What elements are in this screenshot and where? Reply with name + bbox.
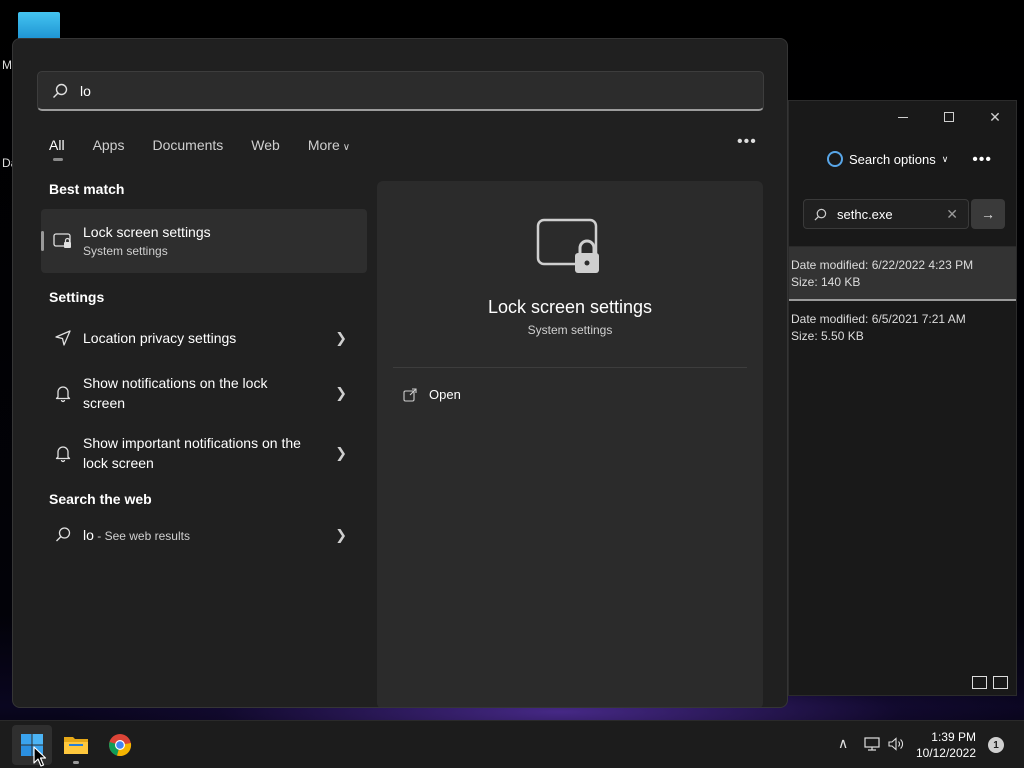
search-flyout: All Apps Documents Web More∨ ••• Best ma… (12, 38, 788, 708)
clock-time: 1:39 PM (931, 730, 976, 744)
tiles-view-button[interactable] (993, 676, 1008, 689)
search-web-heading: Search the web (49, 491, 152, 507)
bell-icon (55, 446, 71, 463)
tab-more-label: More (307, 137, 340, 153)
chrome-icon (109, 734, 132, 757)
open-button[interactable]: Open (403, 387, 461, 402)
minimize-button[interactable] (892, 109, 914, 125)
setting-show-important-notifications-lock[interactable]: Show important notifications on the lock… (41, 425, 367, 481)
maximize-button[interactable] (938, 109, 960, 125)
desktop-label: M (2, 58, 12, 72)
location-icon (55, 330, 71, 346)
tab-web[interactable]: Web (251, 137, 280, 159)
open-external-icon (403, 387, 417, 402)
search-input[interactable] (80, 82, 680, 99)
result-date: Date modified: 6/22/2022 4:23 PM (791, 258, 974, 272)
lock-screen-icon (53, 233, 71, 248)
explorer-search-go-button[interactable]: → (971, 199, 1005, 229)
chrome-taskbar-button[interactable] (100, 725, 140, 765)
tab-more[interactable]: More ∨ (308, 137, 350, 159)
explorer-toolbar: Search options ∨ ••• (789, 145, 1016, 177)
file-explorer-window: ✕ Search options ∨ ••• sethc.exe ✕ → Dat… (788, 100, 1017, 696)
list-item[interactable]: Date modified: 6/22/2022 4:23 PM Size: 1… (789, 247, 1016, 301)
file-explorer-taskbar-button[interactable] (56, 725, 96, 765)
setting-label: Location privacy settings (83, 330, 237, 346)
more-options-button[interactable]: ••• (737, 133, 757, 151)
search-options-icon (827, 151, 843, 167)
search-icon (814, 208, 827, 220)
bell-icon (55, 386, 71, 403)
web-query: lo (83, 526, 94, 543)
clear-search-icon[interactable]: ✕ (946, 206, 958, 223)
minimize-icon (898, 116, 908, 118)
view-toggle (972, 676, 1008, 689)
search-box[interactable] (37, 71, 764, 111)
divider (393, 367, 747, 368)
chevron-right-icon: ❯ (335, 526, 347, 543)
search-filter-tabs: All Apps Documents Web More ∨ (49, 137, 350, 161)
list-item[interactable]: Date modified: 6/5/2021 7:21 AM Size: 5.… (789, 301, 1016, 353)
explorer-more-button[interactable]: ••• (972, 151, 992, 169)
settings-heading: Settings (49, 289, 105, 305)
web-search-item[interactable]: lo - See web results ❯ (41, 517, 367, 553)
preview-subtitle: System settings (527, 323, 613, 337)
search-results-list: Best match Lock screen settings System s… (41, 181, 367, 553)
open-label: Open (429, 387, 461, 402)
explorer-search-input[interactable]: sethc.exe ✕ (803, 199, 969, 229)
setting-show-notifications-lock[interactable]: Show notifications on the lock screen ❯ (41, 365, 367, 421)
volume-icon[interactable] (888, 737, 904, 751)
explorer-results: Date modified: 6/22/2022 4:23 PM Size: 1… (789, 246, 1016, 695)
preview-pane: Lock screen settings System settings Ope… (377, 181, 763, 707)
chevron-right-icon: ❯ (335, 329, 347, 346)
setting-label: Show important notifications on the lock… (83, 435, 301, 471)
file-explorer-icon (64, 737, 88, 754)
lock-screen-icon (536, 218, 599, 273)
chevron-up-icon[interactable]: ∧ (838, 735, 848, 752)
result-size: Size: 140 KB (791, 275, 861, 289)
best-match-title: Lock screen settings (83, 224, 211, 240)
setting-label: Show notifications on the lock screen (83, 375, 268, 411)
notification-badge[interactable]: 1 (988, 737, 1004, 753)
clock-date: 10/12/2022 (915, 746, 976, 760)
explorer-search-value: sethc.exe (837, 206, 893, 222)
close-icon: ✕ (989, 108, 1001, 125)
clock[interactable]: 1:39 PM 10/12/2022 (916, 729, 976, 761)
chevron-right-icon: ❯ (335, 384, 347, 401)
tab-all[interactable]: All (49, 137, 65, 161)
maximize-icon (944, 112, 954, 122)
close-button[interactable]: ✕ (984, 109, 1006, 125)
best-match-heading: Best match (49, 181, 125, 197)
web-suffix: - See web results (93, 528, 190, 543)
search-icon (56, 527, 71, 542)
search-options-button[interactable]: Search options ∨ (827, 151, 948, 167)
mouse-cursor-icon (33, 746, 47, 767)
chevron-down-icon: ∨ (342, 142, 351, 153)
arrow-right-icon: → (981, 206, 995, 222)
result-date: Date modified: 6/5/2021 7:21 AM (791, 312, 966, 326)
chevron-down-icon: ∨ (941, 153, 949, 164)
tab-documents[interactable]: Documents (152, 137, 223, 159)
system-tray: ∧ 1:39 PM 10/12/2022 1 (824, 721, 1024, 768)
best-match-item[interactable]: Lock screen settings System settings (41, 209, 367, 273)
details-view-button[interactable] (972, 676, 987, 689)
window-controls: ✕ (892, 109, 1006, 125)
tab-apps[interactable]: Apps (93, 137, 125, 159)
chevron-right-icon: ❯ (335, 444, 347, 461)
taskbar: ∧ 1:39 PM 10/12/2022 1 (0, 720, 1024, 768)
result-size: Size: 5.50 KB (791, 329, 864, 343)
search-icon (53, 83, 68, 98)
preview-title: Lock screen settings (487, 297, 653, 317)
search-options-label: Search options (849, 151, 936, 167)
setting-location-privacy[interactable]: Location privacy settings ❯ (41, 317, 367, 359)
best-match-subtitle: System settings (83, 244, 168, 258)
network-icon[interactable] (864, 737, 880, 751)
